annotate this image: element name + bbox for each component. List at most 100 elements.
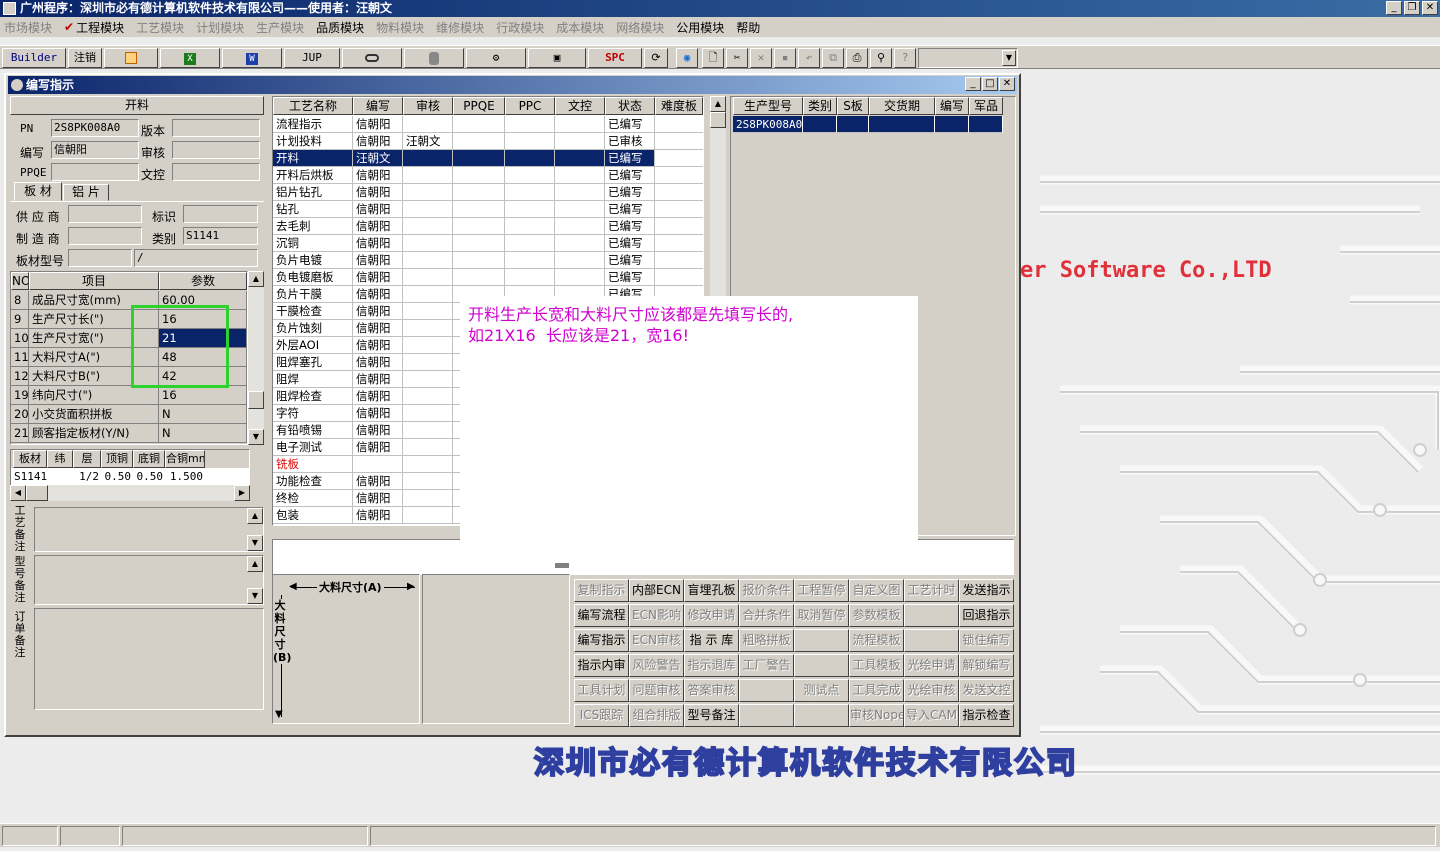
word-export-button[interactable]: W xyxy=(222,48,282,68)
toolbar-dropdown[interactable]: ▼ xyxy=(918,48,1018,68)
action-button-1-3[interactable]: 合并条件 xyxy=(739,604,794,627)
action-button-2-1[interactable]: ECN审核 xyxy=(629,629,684,652)
scroll-thumb[interactable] xyxy=(710,112,726,128)
action-button-0-1[interactable]: 内部ECN xyxy=(629,579,684,602)
action-button-1-7[interactable]: 回退指示 xyxy=(959,604,1014,627)
process-row[interactable]: 铝片钻孔 信朝阳 已编写 xyxy=(273,184,703,201)
material-col-2[interactable]: 层 xyxy=(73,450,101,468)
menu-item-10[interactable]: 网络模块 xyxy=(616,19,664,36)
ppqe-field[interactable] xyxy=(51,163,139,181)
param-table-scrollbar[interactable]: ▲ ▼ xyxy=(248,271,264,445)
help-button[interactable]: ? xyxy=(894,48,916,68)
scroll-left-icon[interactable]: ◀ xyxy=(10,485,26,501)
material-hscrollbar[interactable]: ◀ ▶ xyxy=(10,485,250,501)
board-type-field-2[interactable]: / xyxy=(134,249,258,267)
action-button-0-6[interactable]: 工艺计时 xyxy=(904,579,959,602)
process-col-7[interactable]: 难度板 xyxy=(655,97,703,115)
material-col-4[interactable]: 底铜 xyxy=(133,450,165,468)
writer-field[interactable]: 信朝阳 xyxy=(51,141,139,159)
action-button-0-2[interactable]: 盲埋孔板 xyxy=(684,579,739,602)
model-col-4[interactable]: 编写 xyxy=(935,97,969,115)
view-button[interactable] xyxy=(342,48,402,68)
process-row[interactable]: 去毛刺 信朝阳 已编写 xyxy=(273,218,703,235)
param-value[interactable]: N xyxy=(159,405,247,424)
action-button-4-4[interactable]: 测试点 xyxy=(794,679,849,702)
process-row[interactable]: 流程指示 信朝阳 已编写 xyxy=(273,116,703,133)
param-value[interactable]: 16 xyxy=(159,386,247,405)
action-button-4-5[interactable]: 工具完成 xyxy=(849,679,904,702)
instruction-text-field[interactable] xyxy=(272,539,1014,575)
model-row[interactable]: 2S8PK008A0 xyxy=(733,116,1003,133)
scroll-up-icon[interactable]: ▲ xyxy=(248,271,264,287)
param-value[interactable]: N xyxy=(159,424,247,443)
tab-board[interactable]: 板 材 xyxy=(14,182,62,201)
process-remark-field[interactable]: ▲ ▼ xyxy=(34,507,264,552)
action-button-2-2[interactable]: 指 示 库 xyxy=(684,629,739,652)
action-button-5-0[interactable]: ICS跟踪 xyxy=(574,704,629,727)
database-button[interactable] xyxy=(404,48,464,68)
action-button-4-6[interactable]: 光绘审核 xyxy=(904,679,959,702)
restore-button[interactable]: ❐ xyxy=(1404,1,1420,15)
scroll-down-icon[interactable]: ▼ xyxy=(247,588,263,604)
action-button-4-0[interactable]: 工具计划 xyxy=(574,679,629,702)
process-col-0[interactable]: 工艺名称 xyxy=(273,97,353,115)
menu-item-6[interactable]: 物料模块 xyxy=(376,19,424,36)
process-row[interactable]: 开料 汪朝文 已编写 xyxy=(273,150,703,167)
hscroll-thumb[interactable] xyxy=(26,485,48,501)
menu-item-8[interactable]: 行政模块 xyxy=(496,19,544,36)
scroll-thumb[interactable] xyxy=(248,391,264,409)
html-report-button[interactable] xyxy=(104,48,158,68)
param-col-value[interactable]: 参数 xyxy=(159,272,247,290)
process-col-1[interactable]: 编写 xyxy=(353,97,403,115)
mark-field[interactable] xyxy=(183,205,258,223)
action-button-2-6[interactable] xyxy=(904,629,959,652)
material-col-0[interactable]: 板材 xyxy=(13,450,47,468)
action-button-3-5[interactable]: 工具模板 xyxy=(849,654,904,677)
param-row[interactable]: 19 纬向尺寸(") 16 xyxy=(11,386,247,405)
ie-button[interactable]: ◉ xyxy=(676,48,698,68)
model-remark-field[interactable]: ▲ ▼ xyxy=(34,555,264,605)
menu-item-1[interactable]: 工程模块 xyxy=(76,19,124,36)
action-button-3-3[interactable]: 工厂警告 xyxy=(739,654,794,677)
process-row[interactable]: 负电镀磨板 信朝阳 已编写 xyxy=(273,269,703,286)
action-button-0-7[interactable]: 发送指示 xyxy=(959,579,1014,602)
model-col-3[interactable]: 交货期 xyxy=(869,97,935,115)
action-button-3-2[interactable]: 指示退库 xyxy=(684,654,739,677)
model-col-1[interactable]: 类别 xyxy=(803,97,837,115)
version-field[interactable] xyxy=(172,119,260,137)
maker-field[interactable] xyxy=(68,227,142,245)
menu-item-11[interactable]: 公用模块 xyxy=(676,19,724,36)
board-type-field[interactable] xyxy=(68,249,132,267)
menu-item-4[interactable]: 生产模块 xyxy=(256,19,304,36)
action-button-4-7[interactable]: 发送文控 xyxy=(959,679,1014,702)
review-field[interactable] xyxy=(172,141,260,159)
scroll-right-icon[interactable]: ▶ xyxy=(234,485,250,501)
action-button-0-3[interactable]: 报价条件 xyxy=(739,579,794,602)
process-col-6[interactable]: 状态 xyxy=(605,97,655,115)
action-button-2-0[interactable]: 编写指示 xyxy=(574,629,629,652)
model-col-0[interactable]: 生产型号 xyxy=(733,97,803,115)
action-button-5-3[interactable] xyxy=(739,704,794,727)
action-button-5-7[interactable]: 指示检查 xyxy=(959,704,1014,727)
supplier-field[interactable] xyxy=(68,205,142,223)
undo-button[interactable]: ↶ xyxy=(798,48,820,68)
process-row[interactable]: 钻孔 信朝阳 已编写 xyxy=(273,201,703,218)
print-preview-button[interactable]: ▣ xyxy=(528,48,586,68)
window-minimize-button[interactable]: _ xyxy=(965,77,981,91)
menu-item-2[interactable]: 工艺模块 xyxy=(136,19,184,36)
process-col-3[interactable]: PPQE xyxy=(453,97,505,115)
action-button-1-2[interactable]: 修改申请 xyxy=(684,604,739,627)
action-button-1-4[interactable]: 取消暂停 xyxy=(794,604,849,627)
new-button[interactable]: 🗋 xyxy=(702,48,724,68)
excel-export-button[interactable]: X xyxy=(160,48,220,68)
action-button-5-2[interactable]: 型号备注 xyxy=(684,704,739,727)
scroll-up-icon[interactable]: ▲ xyxy=(247,508,263,524)
window-close-button[interactable]: ✕ xyxy=(999,77,1015,91)
action-button-0-4[interactable]: 工程暂停 xyxy=(794,579,849,602)
material-col-1[interactable]: 纬 xyxy=(47,450,73,468)
chevron-down-icon[interactable]: ▼ xyxy=(1002,50,1016,66)
param-col-item[interactable]: 项目 xyxy=(29,272,159,290)
process-row[interactable]: 开料后烘板 信朝阳 已编写 xyxy=(273,167,703,184)
scroll-up-icon[interactable]: ▲ xyxy=(247,556,263,572)
cut-button[interactable]: ✂ xyxy=(726,48,748,68)
